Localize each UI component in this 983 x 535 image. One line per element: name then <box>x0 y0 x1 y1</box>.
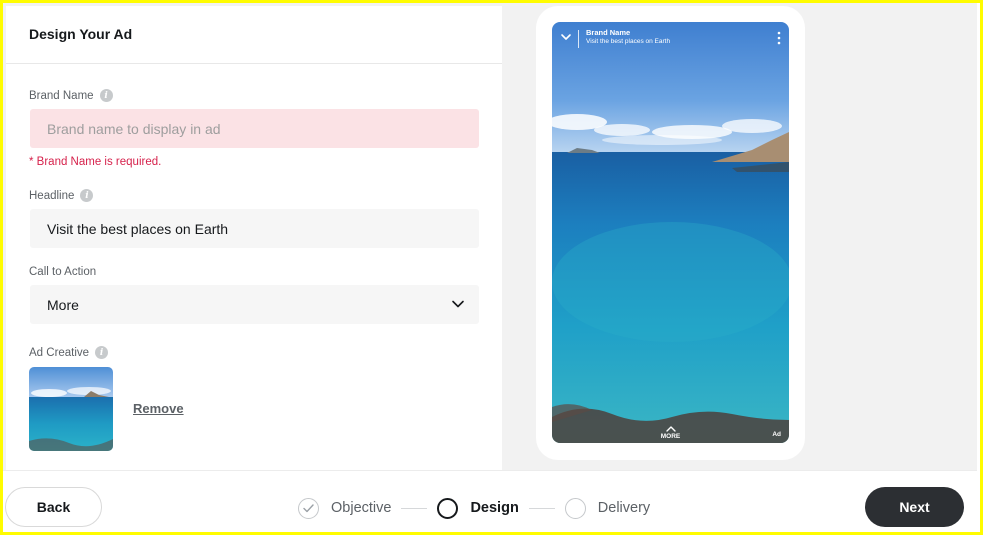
info-icon[interactable]: i <box>80 189 94 202</box>
preview-top-bar: Brand Name Visit the best places on Eart… <box>552 22 789 54</box>
back-button[interactable]: Back <box>5 487 102 527</box>
headline-value: Visit the best places on Earth <box>47 220 229 237</box>
preview-more-cta[interactable]: MORE <box>552 426 789 440</box>
step-circle-icon <box>437 497 459 519</box>
brand-name-label-text: Brand Name <box>29 89 94 102</box>
step-connector <box>401 507 428 509</box>
form-header: Design Your Ad <box>6 6 502 64</box>
call-to-action-label: Call to Action <box>29 266 96 278</box>
preview-brand-block: Brand Name Visit the best places on Eart… <box>586 28 670 46</box>
step-objective[interactable]: Objective <box>298 497 392 519</box>
preview-ad-label: Ad <box>772 431 781 438</box>
step-connector <box>528 507 555 509</box>
preview-brand-name: Brand Name <box>586 28 631 37</box>
preview-divider <box>578 30 579 48</box>
preview-headline: Visit the best places on Earth <box>586 38 671 45</box>
brand-name-input[interactable]: Brand name to display in ad <box>30 109 479 148</box>
check-icon <box>298 497 319 519</box>
call-to-action-label-text: Call to Action <box>29 266 97 278</box>
headline-label: Headline i <box>29 189 94 202</box>
preview-more-label: MORE <box>660 433 681 440</box>
footer-bar: Back Objective Design Delivery Next <box>3 470 977 529</box>
ad-preview-screen: Brand Name Visit the best places on Eart… <box>552 22 789 443</box>
ad-creative-label-text: Ad Creative <box>29 346 90 359</box>
form-title: Design Your Ad <box>29 26 133 42</box>
remove-creative-link[interactable]: Remove <box>133 401 184 416</box>
step-delivery-label: Delivery <box>597 500 651 516</box>
headline-input[interactable]: Visit the best places on Earth <box>30 209 479 248</box>
ad-preview-phone: Brand Name Visit the best places on Eart… <box>536 6 805 460</box>
step-design[interactable]: Design <box>437 497 519 519</box>
chevron-up-icon <box>665 426 676 432</box>
chevron-down-icon <box>452 300 464 308</box>
ad-creative-thumbnail[interactable] <box>29 367 113 451</box>
brand-name-placeholder: Brand name to display in ad <box>47 120 221 137</box>
step-delivery[interactable]: Delivery <box>564 497 651 519</box>
headline-label-text: Headline <box>29 189 75 202</box>
more-options-icon[interactable] <box>777 31 781 45</box>
chevron-down-icon[interactable] <box>560 31 572 43</box>
progress-steps: Objective Design Delivery <box>298 496 650 520</box>
ad-creative-label: Ad Creative i <box>29 346 109 359</box>
call-to-action-value: More <box>47 296 79 313</box>
step-circle-icon <box>564 497 586 519</box>
design-form-card: Design Your Ad Brand Name i Brand name t… <box>6 6 502 470</box>
brand-name-label: Brand Name i <box>29 89 113 102</box>
brand-name-error: * Brand Name is required. <box>29 156 162 168</box>
info-icon[interactable]: i <box>95 346 109 359</box>
step-design-label: Design <box>470 500 519 516</box>
next-button[interactable]: Next <box>865 487 964 527</box>
call-to-action-select[interactable]: More <box>30 285 479 324</box>
step-objective-label: Objective <box>331 500 392 516</box>
info-icon[interactable]: i <box>99 89 113 102</box>
ad-creative-image <box>552 22 789 443</box>
